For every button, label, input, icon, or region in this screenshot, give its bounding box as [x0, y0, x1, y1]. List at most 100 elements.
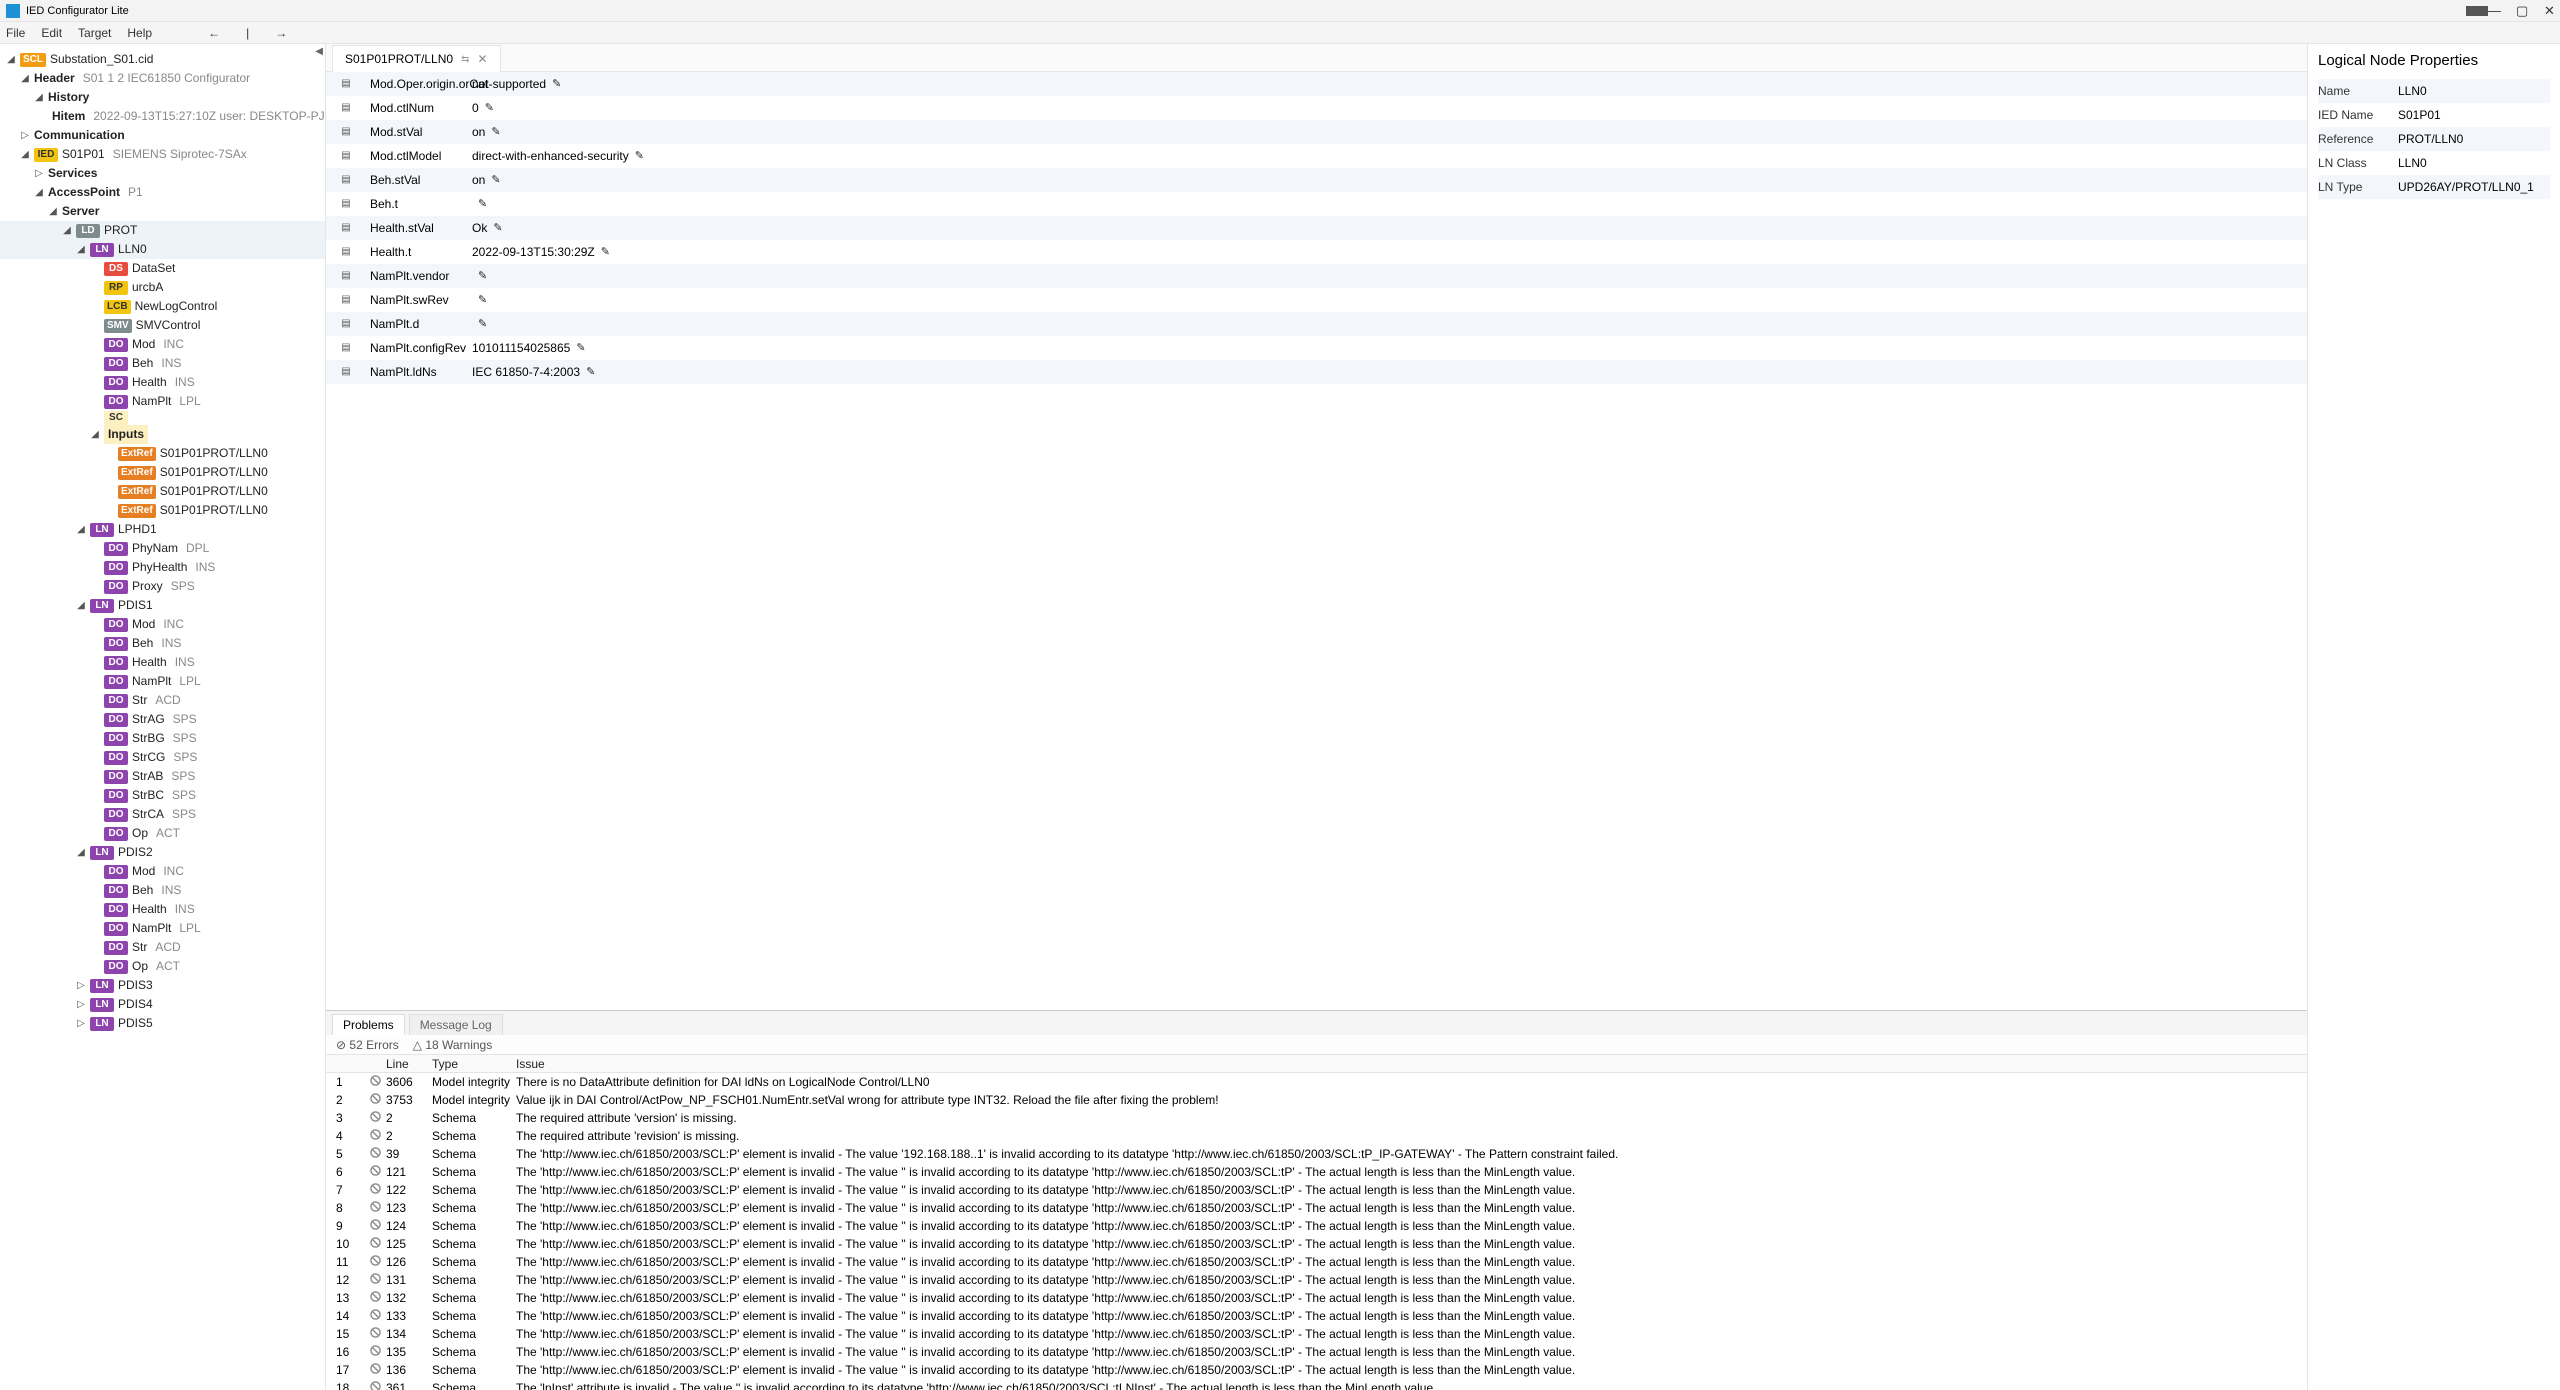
- tree-item[interactable]: DO Mod INC: [0, 335, 325, 354]
- close-button[interactable]: ✕: [2544, 3, 2554, 19]
- problem-row[interactable]: 18 361 Schema The 'lnInst' attribute is …: [326, 1379, 2307, 1390]
- edit-icon[interactable]: ✎: [552, 77, 561, 90]
- problem-row[interactable]: 11 126 Schema The 'http://www.iec.ch/618…: [326, 1253, 2307, 1271]
- tree-item[interactable]: DO StrCA SPS: [0, 805, 325, 824]
- edit-icon[interactable]: ✎: [478, 293, 487, 306]
- caret-icon[interactable]: ◢: [76, 240, 86, 259]
- tree-item[interactable]: DO Health INS: [0, 900, 325, 919]
- edit-icon[interactable]: ✎: [635, 149, 644, 162]
- problem-row[interactable]: 13 132 Schema The 'http://www.iec.ch/618…: [326, 1289, 2307, 1307]
- caret-icon[interactable]: ▷: [76, 976, 86, 995]
- edit-icon[interactable]: ✎: [478, 317, 487, 330]
- property-row[interactable]: ▤ NamPlt.vendor ✎: [326, 264, 2307, 288]
- problem-row[interactable]: 2 3753 Model integrity Value ijk in DAI …: [326, 1091, 2307, 1109]
- caret-icon[interactable]: ◢: [34, 183, 44, 202]
- problem-row[interactable]: 14 133 Schema The 'http://www.iec.ch/618…: [326, 1307, 2307, 1325]
- problem-row[interactable]: 10 125 Schema The 'http://www.iec.ch/618…: [326, 1235, 2307, 1253]
- tree-item[interactable]: ◢ SCL Substation_S01.cid: [0, 50, 325, 69]
- tree-item[interactable]: DO Mod INC: [0, 862, 325, 881]
- property-row[interactable]: ▤ NamPlt.ldNs IEC 61850-7-4:2003✎: [326, 360, 2307, 384]
- tree-item[interactable]: ◢ LN PDIS2: [0, 843, 325, 862]
- tab-message-log[interactable]: Message Log: [409, 1014, 503, 1035]
- edit-icon[interactable]: ✎: [491, 173, 500, 186]
- menu-target[interactable]: Target: [78, 26, 111, 40]
- tree-item[interactable]: ▷ Services: [0, 164, 325, 183]
- edit-icon[interactable]: ✎: [478, 197, 487, 210]
- edit-icon[interactable]: ✎: [601, 245, 610, 258]
- property-row[interactable]: ▤ NamPlt.swRev ✎: [326, 288, 2307, 312]
- property-row[interactable]: ▤ Mod.ctlNum 0✎: [326, 96, 2307, 120]
- tree-item[interactable]: DO PhyNam DPL: [0, 539, 325, 558]
- tree-item[interactable]: ◢ History: [0, 88, 325, 107]
- tree-item[interactable]: ◢ LN LPHD1: [0, 520, 325, 539]
- tree-item[interactable]: DO Beh INS: [0, 634, 325, 653]
- tree-item[interactable]: ◢ LN PDIS1: [0, 596, 325, 615]
- menu-help[interactable]: Help: [127, 26, 152, 40]
- caret-icon[interactable]: ▷: [76, 1014, 86, 1033]
- edit-icon[interactable]: ✎: [576, 341, 585, 354]
- tree-item[interactable]: DS DataSet: [0, 259, 325, 278]
- problem-row[interactable]: 1 3606 Model integrity There is no DataA…: [326, 1073, 2307, 1091]
- tree-item[interactable]: SC: [0, 411, 325, 425]
- maximize-button[interactable]: ▢: [2516, 3, 2526, 19]
- problem-row[interactable]: 8 123 Schema The 'http://www.iec.ch/6185…: [326, 1199, 2307, 1217]
- caret-icon[interactable]: ◢: [20, 69, 30, 88]
- tree-item[interactable]: DO StrCG SPS: [0, 748, 325, 767]
- minimize-button[interactable]: —: [2488, 3, 2498, 19]
- tree-item[interactable]: DO Health INS: [0, 653, 325, 672]
- caret-icon[interactable]: ◢: [76, 596, 86, 615]
- tree-item[interactable]: ◢ LN LLN0: [0, 240, 325, 259]
- property-row[interactable]: ▤ NamPlt.configRev 101011154025865✎: [326, 336, 2307, 360]
- tree-item[interactable]: RP urcbA: [0, 278, 325, 297]
- menu-edit[interactable]: Edit: [41, 26, 62, 40]
- tree-item[interactable]: ◢ Inputs: [0, 425, 325, 444]
- tree-item[interactable]: ◢ Server: [0, 202, 325, 221]
- caret-icon[interactable]: ◢: [34, 88, 44, 107]
- caret-icon[interactable]: ▷: [76, 995, 86, 1014]
- tree-item[interactable]: ExtRef S01P01PROT/LLN0: [0, 463, 325, 482]
- problems-list[interactable]: 1 3606 Model integrity There is no DataA…: [326, 1073, 2307, 1390]
- property-row[interactable]: ▤ Beh.t ✎: [326, 192, 2307, 216]
- nav-back-button[interactable]: ←: [208, 26, 220, 40]
- caret-icon[interactable]: ◢: [76, 520, 86, 539]
- close-tab-button[interactable]: ✕: [477, 52, 487, 66]
- edit-icon[interactable]: ✎: [493, 221, 502, 234]
- tree-item[interactable]: DO StrAB SPS: [0, 767, 325, 786]
- caret-icon[interactable]: ◢: [20, 145, 30, 164]
- property-row[interactable]: ▤ Beh.stVal on✎: [326, 168, 2307, 192]
- tree-item[interactable]: ◢ AccessPoint P1: [0, 183, 325, 202]
- tree-item[interactable]: ExtRef S01P01PROT/LLN0: [0, 482, 325, 501]
- edit-icon[interactable]: ✎: [586, 365, 595, 378]
- nav-forward-button[interactable]: →: [275, 26, 287, 40]
- tree-item[interactable]: ExtRef S01P01PROT/LLN0: [0, 444, 325, 463]
- property-row[interactable]: ▤ Health.stVal Ok✎: [326, 216, 2307, 240]
- problem-row[interactable]: 15 134 Schema The 'http://www.iec.ch/618…: [326, 1325, 2307, 1343]
- tree-item[interactable]: DO Beh INS: [0, 881, 325, 900]
- tree-item[interactable]: DO StrAG SPS: [0, 710, 325, 729]
- problem-row[interactable]: 3 2 Schema The required attribute 'versi…: [326, 1109, 2307, 1127]
- tree-item[interactable]: DO Str ACD: [0, 691, 325, 710]
- caret-icon[interactable]: ◢: [62, 221, 72, 240]
- property-row[interactable]: ▤ Mod.Oper.origin.orCat not-supported✎: [326, 72, 2307, 96]
- tree-item[interactable]: Hitem 2022-09-13T15:27:10Z user: DESKTOP…: [0, 107, 325, 126]
- caret-icon[interactable]: ◢: [48, 202, 58, 221]
- editor-tab[interactable]: S01P01PROT/LLN0 ⇆ ✕: [332, 45, 501, 73]
- tree-item[interactable]: DO Health INS: [0, 373, 325, 392]
- tree-item[interactable]: DO StrBG SPS: [0, 729, 325, 748]
- problem-row[interactable]: 7 122 Schema The 'http://www.iec.ch/6185…: [326, 1181, 2307, 1199]
- tab-problems[interactable]: Problems: [332, 1014, 405, 1035]
- caret-icon[interactable]: ◢: [6, 50, 16, 69]
- problem-row[interactable]: 9 124 Schema The 'http://www.iec.ch/6185…: [326, 1217, 2307, 1235]
- tree-item[interactable]: DO Str ACD: [0, 938, 325, 957]
- tree-item[interactable]: ▷ Communication: [0, 126, 325, 145]
- tree-item[interactable]: DO StrBC SPS: [0, 786, 325, 805]
- tree-item[interactable]: DO NamPlt LPL: [0, 672, 325, 691]
- tree-item[interactable]: DO NamPlt LPL: [0, 392, 325, 411]
- tree-item[interactable]: LCB NewLogControl: [0, 297, 325, 316]
- tree-item[interactable]: DO Mod INC: [0, 615, 325, 634]
- tree-item[interactable]: DO NamPlt LPL: [0, 919, 325, 938]
- tree-item[interactable]: DO Beh INS: [0, 354, 325, 373]
- tree-item[interactable]: ◢ LD PROT: [0, 221, 325, 240]
- caret-icon[interactable]: ▷: [20, 126, 30, 145]
- tree-item[interactable]: DO PhyHealth INS: [0, 558, 325, 577]
